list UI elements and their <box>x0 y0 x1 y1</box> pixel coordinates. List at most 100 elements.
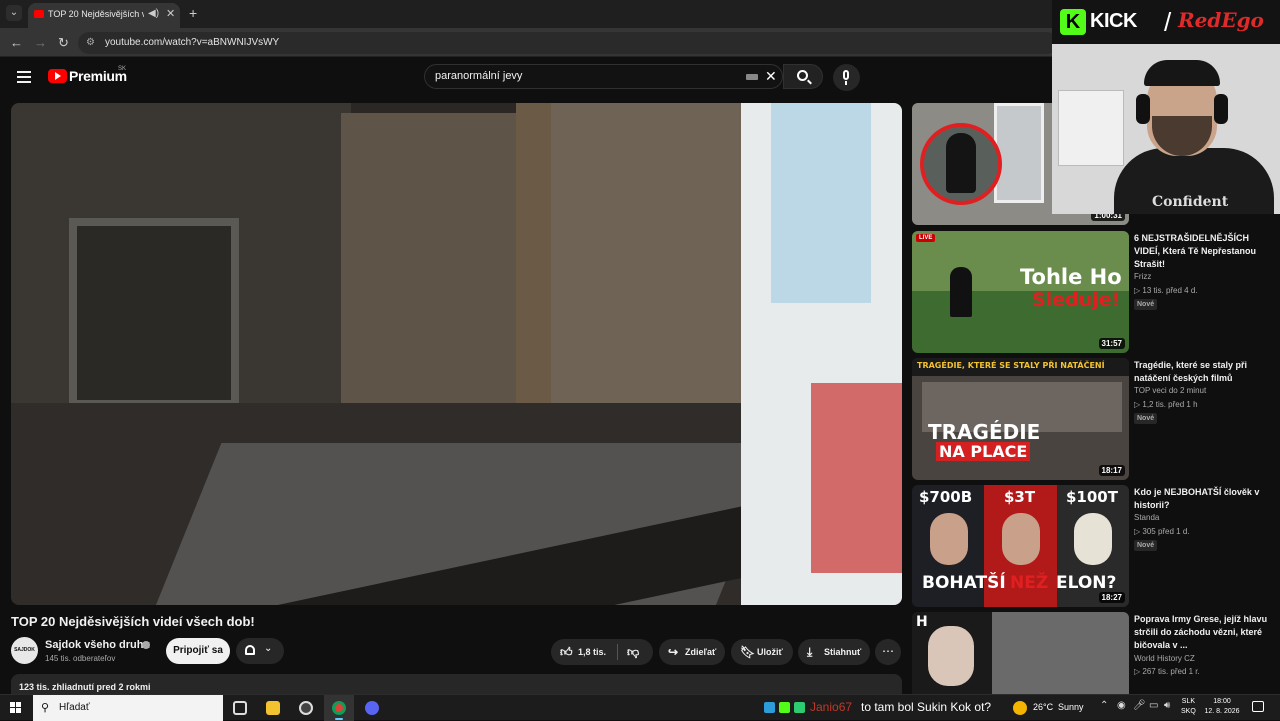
thumbnail-text: BOHATŠÍ <box>922 573 1006 593</box>
hamburger-menu-icon[interactable] <box>17 71 31 83</box>
chat-message: Janio67 to tam bol Sukin Kok ot? <box>760 695 1010 721</box>
duration-badge: 31:57 <box>1098 338 1125 349</box>
video-frame-blanket-blue <box>771 103 871 303</box>
recommendation-channel[interactable]: Standa <box>1134 513 1159 522</box>
new-badge: Nové <box>1134 540 1158 551</box>
channel-avatar[interactable]: SAJDOK <box>11 637 38 664</box>
youtube-favicon-icon <box>34 10 44 18</box>
windows-taskbar: ⚲ Hľadať Janio67 to tam bol Sukin Kok ot… <box>0 694 1280 721</box>
voice-search-button[interactable] <box>833 64 860 91</box>
thumbnail-text: NA PLACE <box>936 442 1031 461</box>
site-info-icon[interactable]: ⚙ <box>86 37 95 48</box>
recommendation-item[interactable]: H Poprava Irmy Grese, jejíž hlavu strčil… <box>912 612 1277 694</box>
weather-condition: Sunny <box>1058 702 1084 712</box>
webcam-overlay: Confident <box>1052 44 1280 214</box>
windows-start-icon[interactable] <box>10 702 22 714</box>
tab-title: TOP 20 Nejděsivějších videí <box>48 9 144 19</box>
keyboard-layout: SKQ <box>1181 708 1196 715</box>
chat-badge-icon <box>764 702 775 713</box>
thumbnail-banner-text: TRAGÉDIE, KTERÉ SE STALY PŘI NATÁČENÍ <box>917 361 1105 370</box>
video-frame-window <box>69 218 239 408</box>
chrome-icon[interactable] <box>324 695 354 721</box>
clock-time: 18:00 <box>1213 698 1231 705</box>
channel-watermark-icon: H <box>916 614 928 630</box>
share-label: Zdieľať <box>685 647 717 657</box>
description-box[interactable]: 123 tis. zhliadnutí pred 2 rokmi <box>11 674 902 694</box>
file-explorer-icon[interactable] <box>258 695 288 721</box>
recommendation-title[interactable]: Tragédie, které se staly při natáčení če… <box>1134 359 1274 385</box>
chevron-up-icon[interactable]: ⌃ <box>1100 700 1108 711</box>
url-text: youtube.com/watch?v=aBNWNIJVsWY <box>105 37 280 48</box>
share-button[interactable]: ↪ Zdieľať <box>659 639 725 665</box>
volume-icon[interactable]: 🔊︎ <box>1164 700 1170 711</box>
chat-username: Janio67 <box>810 700 853 714</box>
address-bar[interactable]: ⚙ youtube.com/watch?v=aBNWNIJVsWY <box>78 32 1058 54</box>
recommendation-stats: ▷ 13 tis. před 4 d. <box>1134 286 1198 295</box>
language-indicator[interactable]: SLK SKQ <box>1181 697 1196 717</box>
subscribe-notifications-button[interactable]: ⌄ <box>236 638 284 664</box>
discord-icon[interactable] <box>357 695 387 721</box>
sun-icon <box>1013 701 1027 715</box>
recommendation-item[interactable]: TRAGÉDIE, KTERÉ SE STALY PŘI NATÁČENÍ TR… <box>912 358 1277 481</box>
notification-icon[interactable] <box>1252 701 1264 712</box>
thumbnail-text: TRAGÉDIE <box>928 420 1041 444</box>
temperature: 26°C <box>1033 702 1054 712</box>
tab-list-dropdown-icon[interactable]: ⌄ <box>6 5 22 21</box>
close-tab-icon[interactable]: ✕ <box>166 7 175 20</box>
thumbnail[interactable]: H <box>912 612 1129 694</box>
youtube-logo-icon[interactable] <box>48 69 67 83</box>
recommendation-item[interactable]: $700B $3T $100T BOHATŠÍ NEŽ ELON? 18:27 … <box>912 485 1277 608</box>
system-clock[interactable]: 18:00 12. 8. 2026 <box>1204 697 1240 717</box>
recommendation-title[interactable]: 6 NEJSTRAŠIDELNĚJŠÍCH VIDEÍ, Která Tě Ne… <box>1134 232 1274 271</box>
view-count-date: 123 tis. zhliadnutí pred 2 rokmi <box>19 682 151 692</box>
network-icon[interactable]: ▭ <box>1149 700 1158 711</box>
like-count[interactable]: 1,8 tis. <box>578 639 606 665</box>
browser-tab[interactable]: TOP 20 Nejděsivějších videí ◀) ✕ <box>28 3 180 28</box>
duration-badge: 18:27 <box>1098 592 1125 603</box>
more-actions-button[interactable]: ⋯ <box>875 639 901 665</box>
thumbnail[interactable]: TRAGÉDIE, KTERÉ SE STALY PŘI NATÁČENÍ TR… <box>912 358 1129 480</box>
clear-search-icon[interactable]: ✕ <box>765 68 777 85</box>
obs-icon[interactable] <box>291 695 321 721</box>
download-button[interactable]: ⤓ Stiahnuť <box>798 639 870 665</box>
thumbnail[interactable]: $700B $3T $100T BOHATŠÍ NEŽ ELON? 18:27 <box>912 485 1129 607</box>
recommendation-channel[interactable]: World History CZ <box>1134 654 1195 663</box>
save-label: Uložiť <box>757 647 783 657</box>
webcam-whiteboard <box>1058 90 1124 166</box>
chat-text: to tam bol Sukin Kok ot? <box>861 700 992 714</box>
download-label: Stiahnuť <box>824 647 862 657</box>
search-input[interactable]: paranormální jevy ✕ <box>424 64 783 89</box>
recommendation-title[interactable]: Kdo je NEJBOHATŠÍ člověk v historii? <box>1134 486 1274 512</box>
channel-name[interactable]: Sajdok všeho druhu <box>45 639 150 651</box>
speaker-icon[interactable]: ◀) <box>148 8 159 19</box>
keyboard-icon[interactable] <box>746 74 758 80</box>
recommendation-title[interactable]: Poprava Irmy Grese, jejíž hlavu strčili … <box>1134 613 1274 652</box>
thumbnail[interactable]: LIVE Tohle Ho Sleduje! 31:57 <box>912 231 1129 353</box>
video-player[interactable] <box>11 103 902 605</box>
save-button[interactable]: 🔖︎ Uložiť <box>731 639 793 665</box>
taskbar-search-placeholder: Hľadať <box>59 702 90 713</box>
task-view-icon[interactable] <box>225 695 255 721</box>
obs-tray-icon[interactable]: ◉ <box>1117 700 1126 711</box>
microphone-tray-icon[interactable]: 🎤︎ <box>1133 700 1146 711</box>
bookmark-icon: 🔖︎ <box>740 645 756 659</box>
like-icon[interactable]: 👍︎ <box>560 639 573 665</box>
recommendation-item[interactable]: LIVE Tohle Ho Sleduje! 31:57 6 NEJSTRAŠI… <box>912 231 1277 354</box>
reload-icon[interactable]: ↻ <box>58 35 69 51</box>
video-frame-door <box>341 113 516 413</box>
back-icon[interactable]: ← <box>10 35 23 50</box>
kick-wordmark: KICK <box>1090 10 1137 32</box>
thumbnail-face <box>1002 513 1040 565</box>
search-button[interactable] <box>783 64 823 89</box>
join-button[interactable]: Pripojiť sa <box>166 638 230 664</box>
recommendation-channel[interactable]: Frizz <box>1134 272 1151 281</box>
recommendation-channel[interactable]: TOP veci do 2 minut <box>1134 386 1206 395</box>
taskbar-search-input[interactable]: ⚲ Hľadať <box>33 695 223 721</box>
forward-icon[interactable]: → <box>34 35 47 50</box>
recommendation-stats: ▷ 1,2 tis. před 1 h <box>1134 400 1198 409</box>
new-tab-icon[interactable]: + <box>189 5 197 21</box>
thumbnail-face <box>928 626 974 686</box>
thumbnail-face <box>1074 513 1112 565</box>
divider <box>617 644 618 660</box>
dislike-icon[interactable]: 👎︎ <box>627 639 639 665</box>
